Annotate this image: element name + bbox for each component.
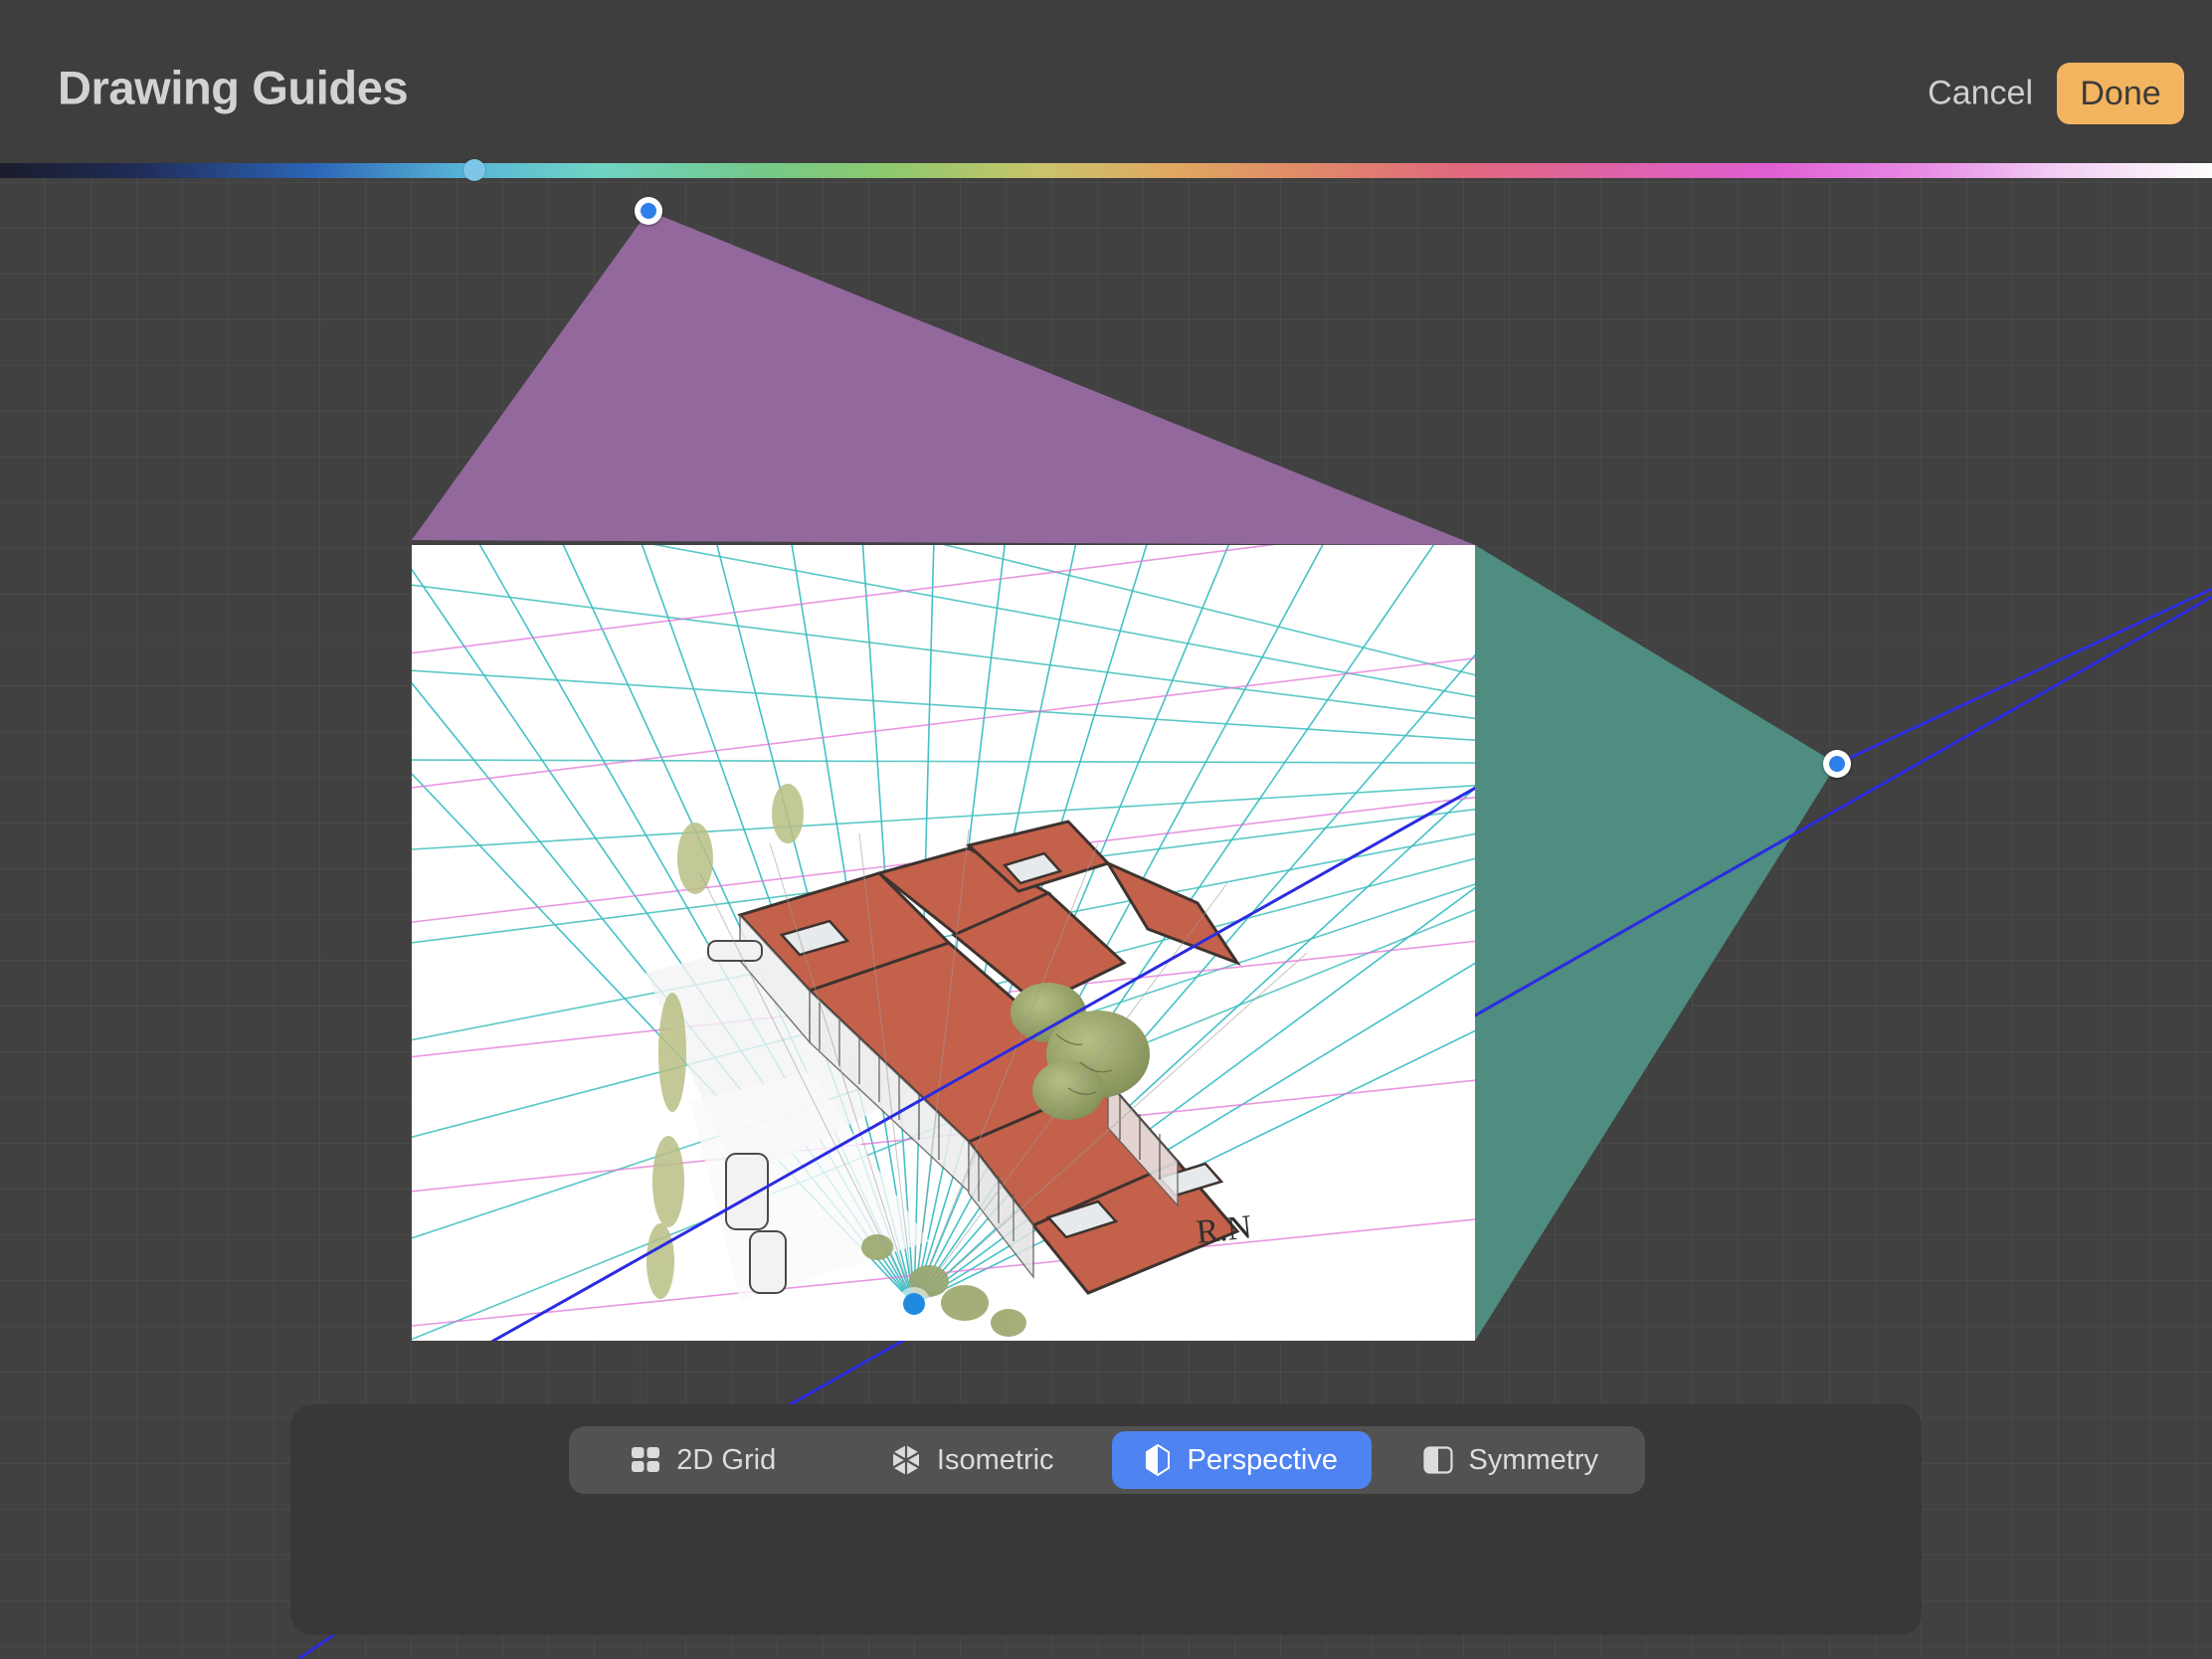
building-sketch: R.N xyxy=(645,784,1308,1337)
guide-color-slider[interactable] xyxy=(0,163,2212,178)
artwork-signature: R.N xyxy=(1195,1208,1253,1251)
guide-color-slider-handle[interactable] xyxy=(463,159,485,181)
done-button[interactable]: Done xyxy=(2057,63,2184,124)
vanishing-point-top[interactable] xyxy=(635,197,662,225)
guides-settings-panel: 2D Grid Isometric Perspective Symmetry xyxy=(290,1404,1922,1635)
tab-perspective[interactable]: Perspective xyxy=(1112,1431,1372,1489)
grid-icon xyxy=(631,1445,660,1475)
hexagon-isometric-icon xyxy=(891,1444,921,1476)
split-square-icon xyxy=(1422,1446,1453,1474)
vanishing-point-handle[interactable] xyxy=(635,197,662,225)
teal-perspective-wedge xyxy=(1475,545,1837,1341)
vanishing-point-right[interactable] xyxy=(1823,750,1851,778)
tab-isometric[interactable]: Isometric xyxy=(843,1431,1103,1489)
tab-isometric-label: Isometric xyxy=(936,1443,1054,1476)
hexagon-half-icon xyxy=(1145,1444,1171,1476)
page-title: Drawing Guides xyxy=(58,61,409,114)
canvas-artboard[interactable]: R.N xyxy=(412,545,1475,1341)
tab-symmetry-label: Symmetry xyxy=(1468,1443,1599,1476)
purple-perspective-wedge-extend xyxy=(648,211,1475,545)
vanishing-point-handle[interactable] xyxy=(1823,750,1851,778)
tab-symmetry[interactable]: Symmetry xyxy=(1382,1431,1641,1489)
tab-perspective-label: Perspective xyxy=(1187,1443,1338,1476)
vanishing-point-handle[interactable] xyxy=(897,1287,931,1321)
tab-2d-grid-label: 2D Grid xyxy=(676,1443,777,1476)
horizon-guide-line-right xyxy=(1836,587,2212,766)
cancel-button[interactable]: Cancel xyxy=(1928,75,2033,113)
tab-2d-grid[interactable]: 2D Grid xyxy=(574,1431,833,1489)
drawing-guides-screen: R.N Drawing Guides Cancel Done 2D Grid I… xyxy=(0,0,2212,1659)
vanishing-point-horizon[interactable] xyxy=(897,1287,931,1321)
purple-perspective-wedge xyxy=(412,211,1475,545)
header-bar: Drawing Guides Cancel Done xyxy=(0,0,2212,171)
guide-mode-segmented-control[interactable]: 2D Grid Isometric Perspective Symmetry xyxy=(569,1426,1645,1494)
canvas-guides-and-artwork: R.N xyxy=(412,545,1475,1341)
